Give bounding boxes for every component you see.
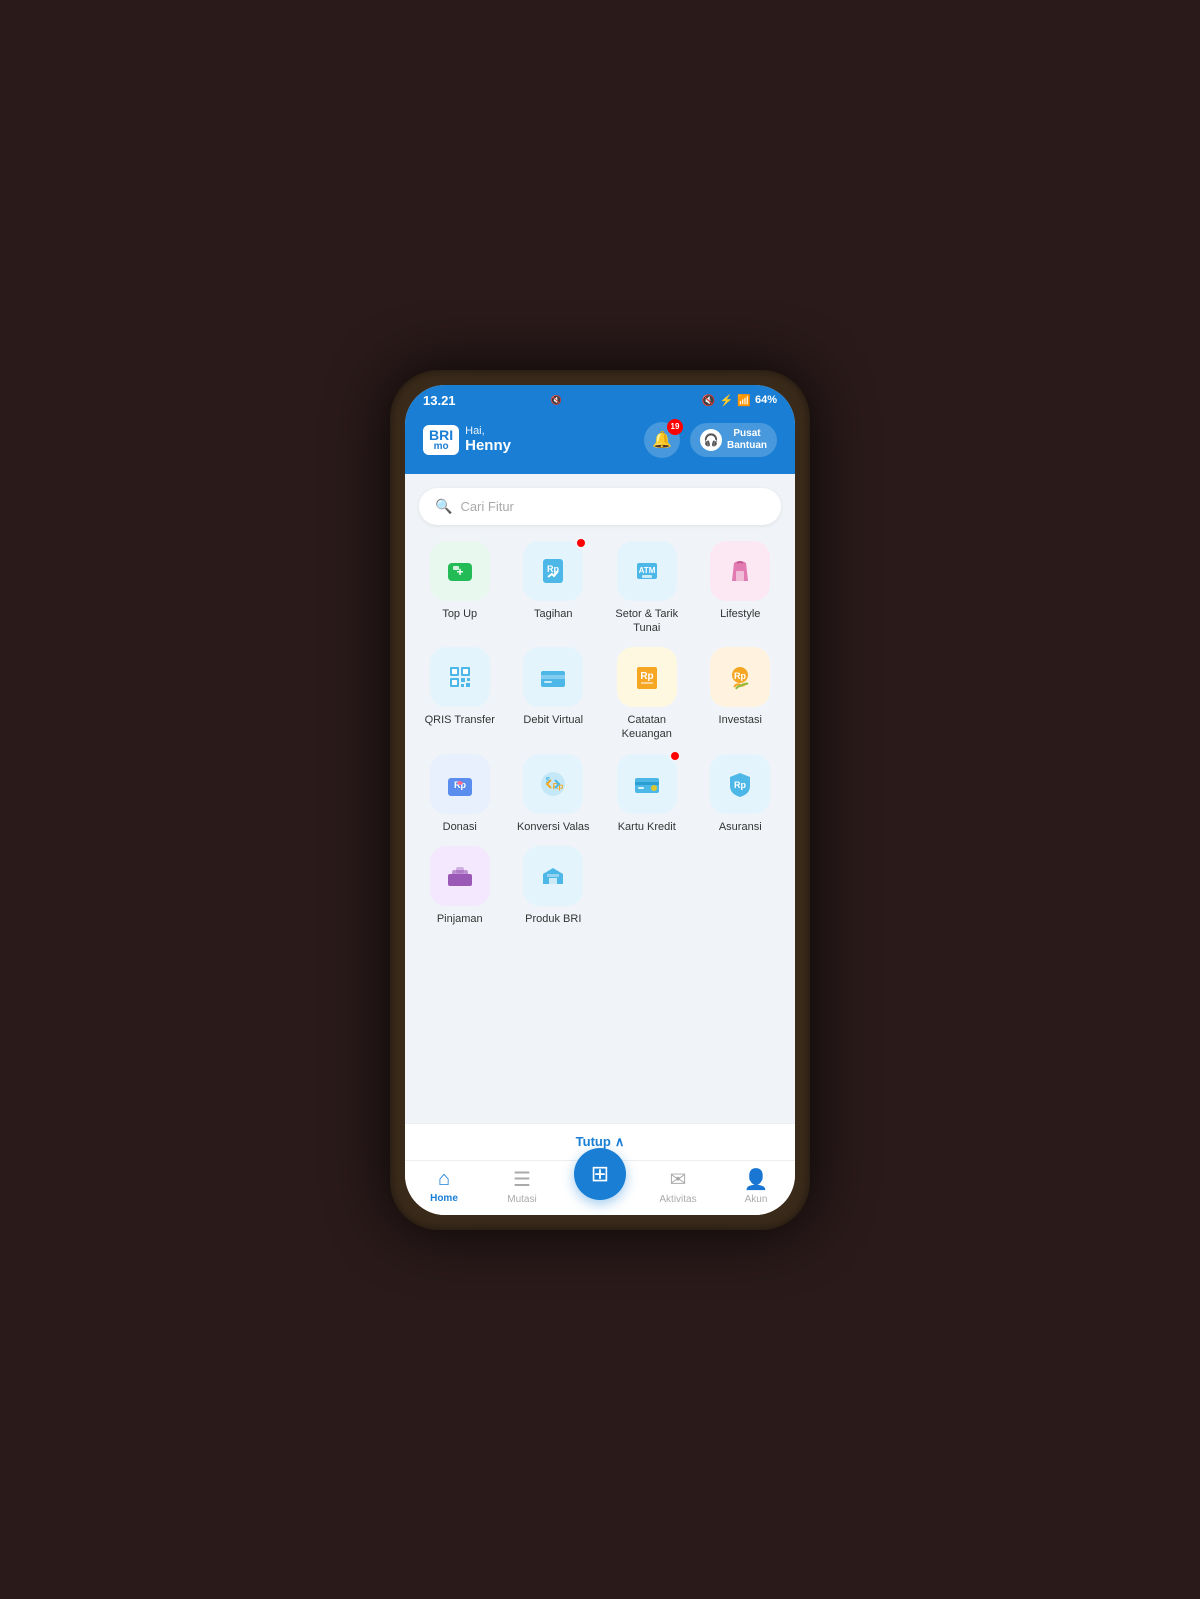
bri-logo-box: BRI mo <box>423 425 459 455</box>
search-placeholder: Cari Fitur <box>460 499 513 514</box>
hai-label: Hai, <box>465 425 511 437</box>
investasi-icon: Rp <box>710 647 770 707</box>
donasi-item[interactable]: Rp Donasi <box>419 754 501 834</box>
lifestyle-icon <box>710 541 770 601</box>
svg-text:Rp: Rp <box>640 671 653 682</box>
svg-text:ATM: ATM <box>638 566 655 575</box>
qris-icon <box>430 647 490 707</box>
topup-item[interactable]: + Top Up <box>419 541 501 636</box>
home-label: Home <box>430 1193 458 1204</box>
aktivitas-label: Aktivitas <box>659 1194 696 1205</box>
pinjaman-label: Pinjaman <box>437 912 483 926</box>
notification-badge: 19 <box>667 419 683 435</box>
setor-label: Setor & Tarik Tunai <box>606 607 688 636</box>
tagihan-item[interactable]: Rp Tagihan <box>513 541 595 636</box>
bt-icon: ⚡ <box>720 394 734 407</box>
konversi-icon: $Rp <box>523 754 583 814</box>
konversi-label: Konversi Valas <box>517 820 590 834</box>
kartu-label: Kartu Kredit <box>618 820 676 834</box>
svg-text:Rp: Rp <box>734 780 746 790</box>
status-right: 🔇 ⚡ 📶 64% <box>702 394 777 407</box>
donasi-label: Donasi <box>443 820 477 834</box>
bri-text: BRI <box>429 428 453 442</box>
lifestyle-label: Lifestyle <box>720 607 760 621</box>
header-actions: 🔔 19 🎧 PusatBantuan <box>644 422 777 458</box>
bri-logo: BRI mo Hai, Henny <box>423 425 511 455</box>
investasi-label: Investasi <box>719 713 762 727</box>
phone-screen: 13.21 🔇 🔵 ▶ • 🔇 ⚡ 📶 64% BRI mo <box>405 385 795 1215</box>
qris-label: QRIS Transfer <box>425 713 495 727</box>
akun-icon: 👤 <box>744 1167 769 1192</box>
home-icon: ⌂ <box>438 1168 450 1191</box>
produk-icon <box>523 846 583 906</box>
debit-icon <box>523 647 583 707</box>
lifestyle-item[interactable]: Lifestyle <box>700 541 782 636</box>
pinjaman-icon <box>430 846 490 906</box>
phone-frame: 13.21 🔇 🔵 ▶ • 🔇 ⚡ 📶 64% BRI mo <box>390 370 810 1230</box>
nav-qris-center[interactable]: ⊞ <box>561 1172 639 1200</box>
kartu-badge <box>669 750 681 762</box>
mo-text: mo <box>434 442 449 452</box>
notification-button[interactable]: 🔔 19 <box>644 422 680 458</box>
aktivitas-icon: ✉ <box>670 1167 687 1192</box>
user-name: Henny <box>465 437 511 454</box>
svg-text:Rp: Rp <box>734 671 746 681</box>
nav-akun[interactable]: 👤 Akun <box>717 1167 795 1205</box>
qris-center-button[interactable]: ⊞ <box>574 1148 626 1200</box>
app-header: BRI mo Hai, Henny 🔔 19 🎧 PusatBantuan <box>405 412 795 474</box>
feature-grid: + Top Up Rp Tagihan ATM <box>419 541 781 927</box>
mutasi-label: Mutasi <box>507 1194 536 1205</box>
tagihan-badge <box>575 537 587 549</box>
clock: 13.21 <box>423 393 456 408</box>
mute-icon: 🔇 <box>702 394 716 407</box>
setor-icon: ATM <box>617 541 677 601</box>
setor-item[interactable]: ATM Setor & Tarik Tunai <box>606 541 688 636</box>
debit-label: Debit Virtual <box>523 713 583 727</box>
tagihan-label: Tagihan <box>534 607 573 621</box>
greeting-block: Hai, Henny <box>465 425 511 454</box>
network-icon: 📶 <box>737 394 751 407</box>
search-bar[interactable]: 🔍 Cari Fitur <box>419 488 781 525</box>
donasi-icon: Rp <box>430 754 490 814</box>
produk-item[interactable]: Produk BRI <box>513 846 595 926</box>
pusat-bantuan-label: PusatBantuan <box>727 428 767 452</box>
akun-label: Akun <box>745 1194 768 1205</box>
kartu-icon <box>617 754 677 814</box>
catatan-label: Catatan Keuangan <box>606 713 688 742</box>
main-content: 🔍 Cari Fitur + Top Up Rp <box>405 474 795 1123</box>
catatan-item[interactable]: Rp Catatan Keuangan <box>606 647 688 742</box>
nav-aktivitas[interactable]: ✉ Aktivitas <box>639 1167 717 1205</box>
topup-icon: + <box>430 541 490 601</box>
pusat-bantuan-button[interactable]: 🎧 PusatBantuan <box>690 423 777 457</box>
topup-label: Top Up <box>442 607 477 621</box>
bottom-nav: ⌂ Home ☰ Mutasi ⊞ ✉ Aktivitas 👤 Akun <box>405 1160 795 1215</box>
pinjaman-item[interactable]: Pinjaman <box>419 846 501 926</box>
tagihan-icon: Rp <box>523 541 583 601</box>
headset-icon: 🎧 <box>700 429 722 451</box>
qris-item[interactable]: QRIS Transfer <box>419 647 501 742</box>
produk-label: Produk BRI <box>525 912 581 926</box>
asuransi-icon: Rp <box>710 754 770 814</box>
qris-center-icon: ⊞ <box>591 1161 609 1187</box>
asuransi-item[interactable]: Rp Asuransi <box>700 754 782 834</box>
nav-home[interactable]: ⌂ Home <box>405 1168 483 1204</box>
investasi-item[interactable]: Rp Investasi <box>700 647 782 742</box>
konversi-item[interactable]: $Rp Konversi Valas <box>513 754 595 834</box>
debit-item[interactable]: Debit Virtual <box>513 647 595 742</box>
mutasi-icon: ☰ <box>513 1167 531 1192</box>
chevron-up-icon: ∧ <box>615 1134 625 1150</box>
battery-text: 64% <box>755 394 777 406</box>
catatan-icon: Rp <box>617 647 677 707</box>
asuransi-label: Asuransi <box>719 820 762 834</box>
kartu-item[interactable]: Kartu Kredit <box>606 754 688 834</box>
nav-mutasi[interactable]: ☰ Mutasi <box>483 1167 561 1205</box>
search-icon: 🔍 <box>435 498 452 515</box>
notch <box>560 385 640 407</box>
